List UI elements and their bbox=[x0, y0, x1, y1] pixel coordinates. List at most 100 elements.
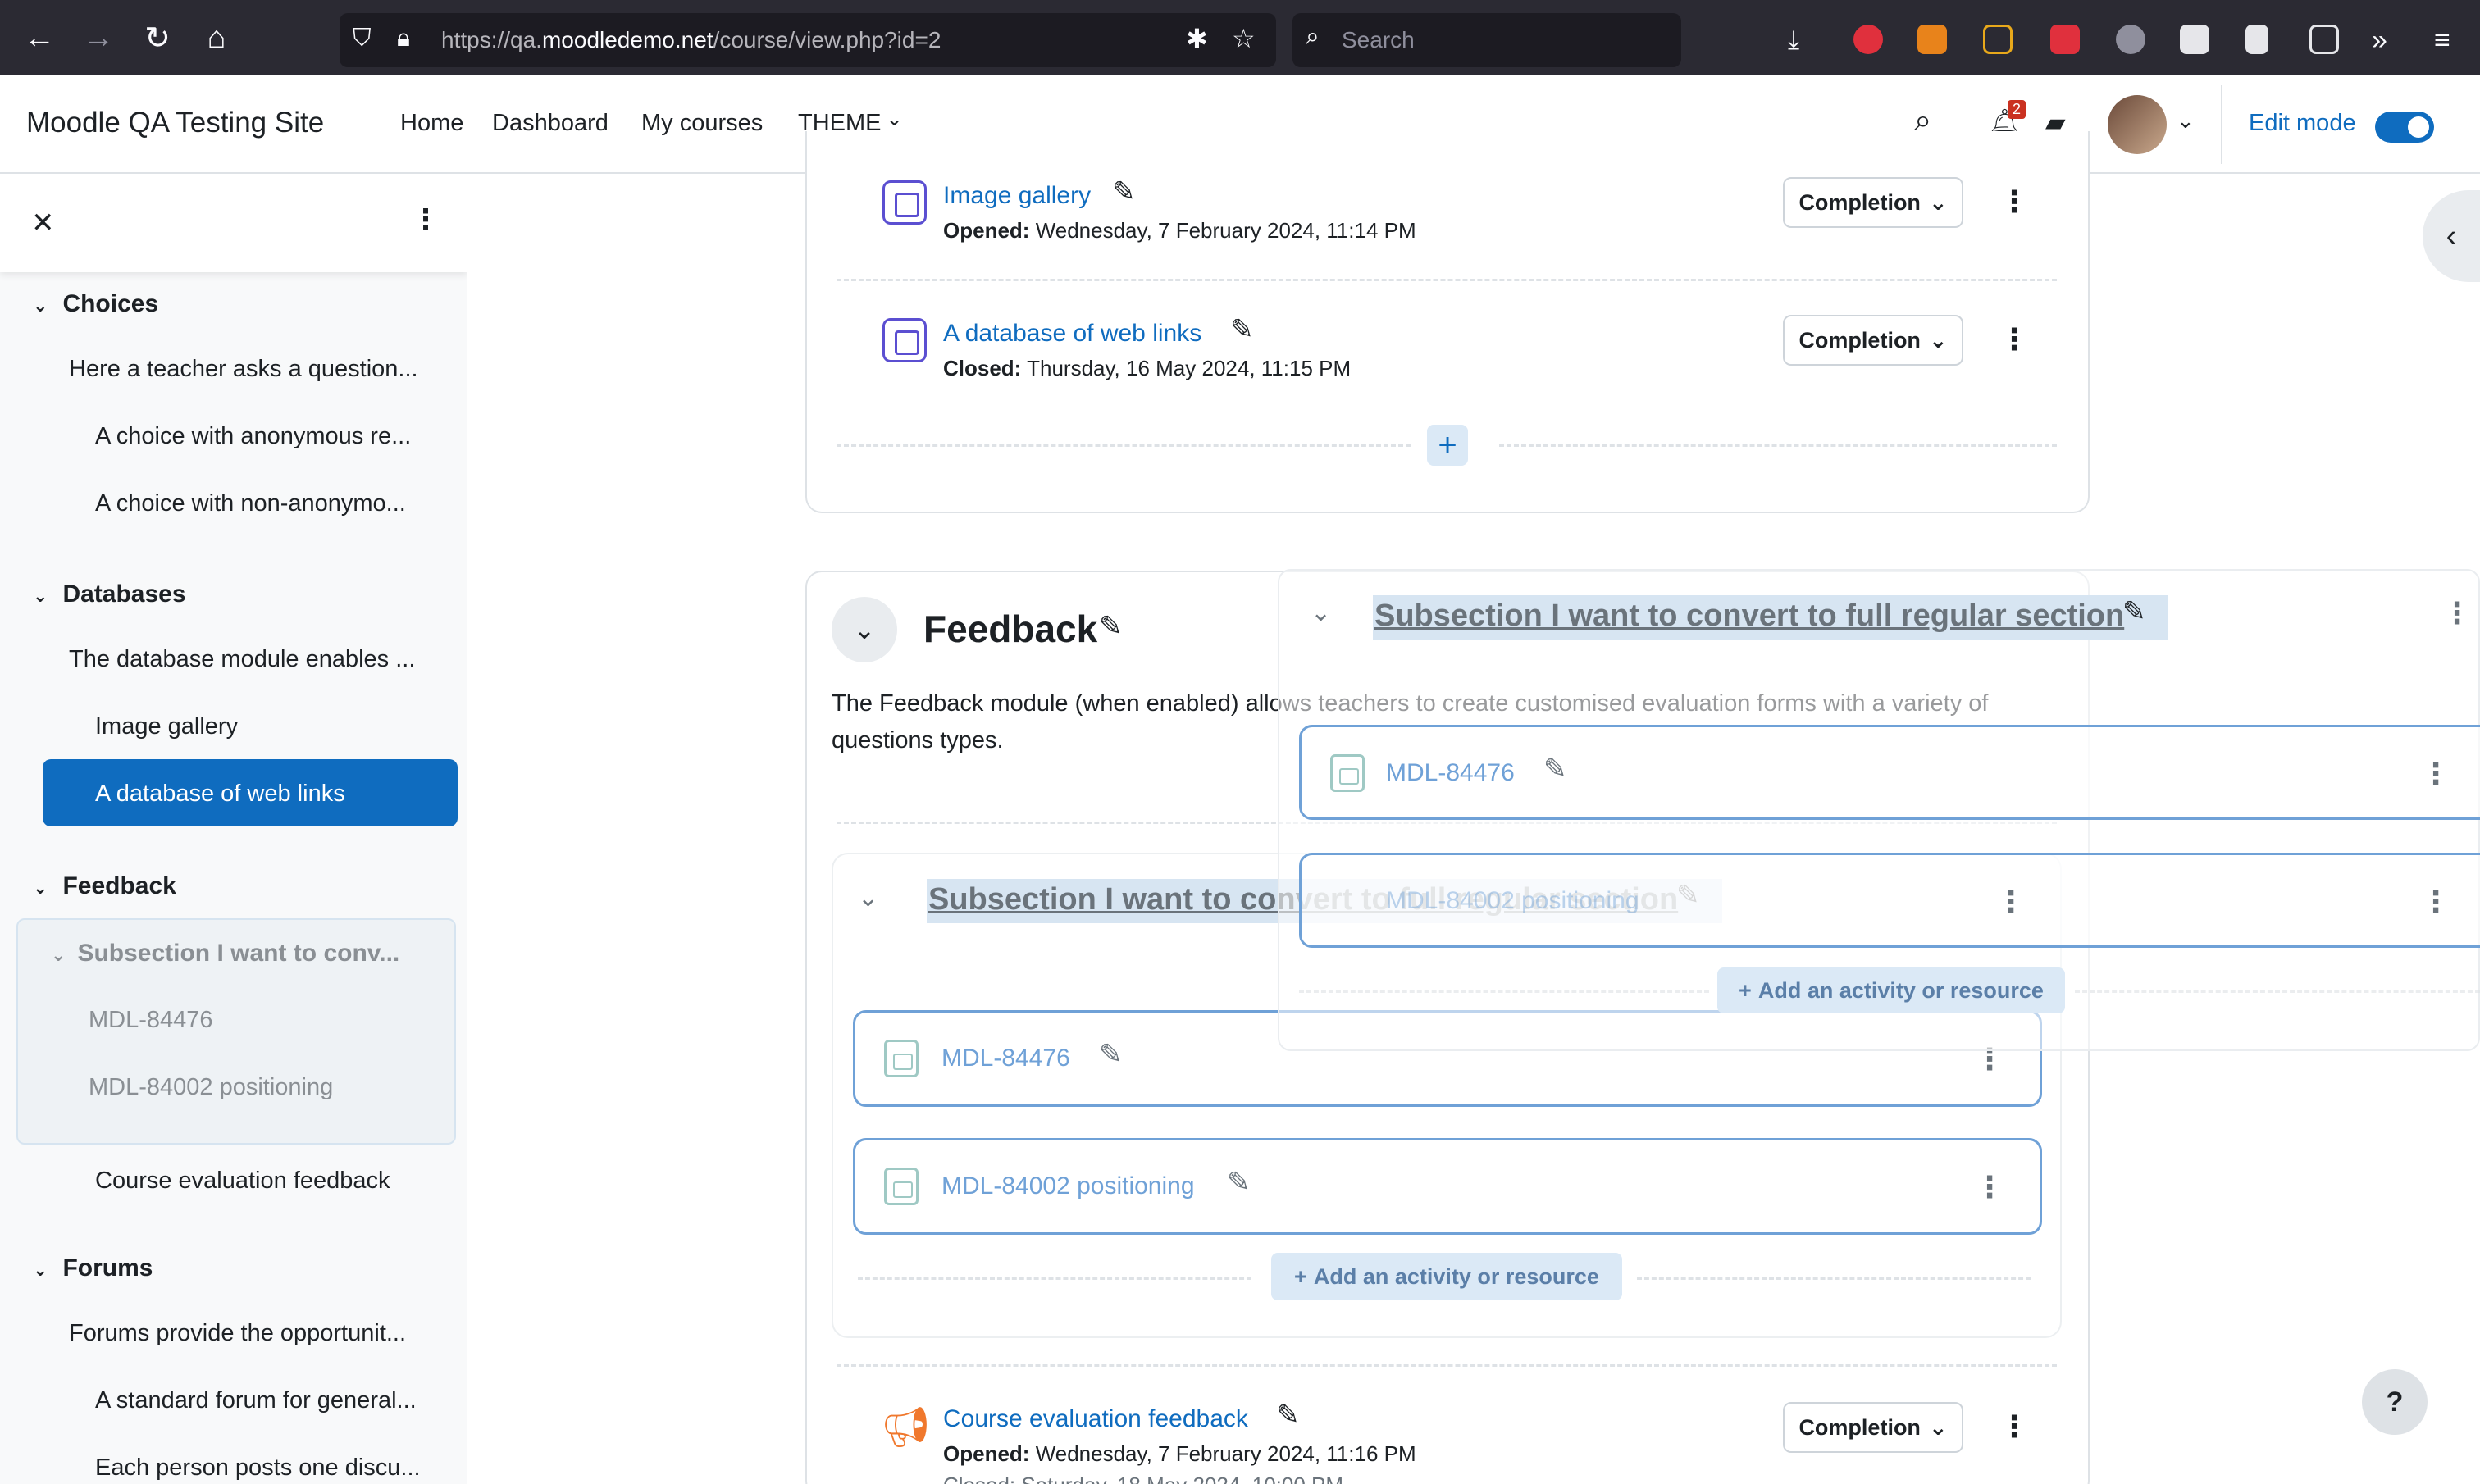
lock-icon[interactable]: 🔒︎ bbox=[397, 25, 410, 52]
completion-dropdown[interactable]: Completion ⌄ bbox=[1783, 1402, 1963, 1453]
activity-link[interactable]: MDL-84476 bbox=[941, 1045, 1070, 1072]
kebab-icon: ⋮ bbox=[2442, 596, 2472, 630]
edit-mode-toggle[interactable] bbox=[2375, 112, 2434, 143]
extension-red-icon[interactable] bbox=[2050, 25, 2080, 54]
drawer-section-forums[interactable]: ⌄ Forums bbox=[33, 1254, 153, 1282]
url-text[interactable]: https://qa.moodledemo.net/course/view.ph… bbox=[441, 27, 941, 53]
separator bbox=[837, 279, 2057, 281]
drawer-header: ✕ ⋮ bbox=[0, 174, 467, 272]
back-icon[interactable]: ← bbox=[20, 18, 59, 57]
separator bbox=[1637, 1277, 2031, 1280]
drawer-section-feedback[interactable]: ⌄ Feedback bbox=[33, 872, 176, 900]
extension-grey-icon[interactable] bbox=[2116, 25, 2145, 54]
download-icon[interactable]: ⤓ bbox=[1788, 25, 1817, 54]
help-button[interactable]: ? bbox=[2362, 1369, 2428, 1435]
activity-link[interactable]: A database of web links bbox=[943, 320, 1201, 348]
chevron-down-icon[interactable]: ⌄ bbox=[2177, 108, 2195, 134]
separator bbox=[837, 1364, 2057, 1367]
extension-puzzle-icon[interactable] bbox=[2180, 25, 2209, 54]
kebab-icon: ⋮ bbox=[2421, 757, 2450, 790]
chevron-down-icon: ⌄ bbox=[1928, 189, 1948, 215]
section-title: Choices bbox=[62, 290, 159, 317]
section-title: Databases bbox=[62, 580, 186, 608]
forward-icon[interactable]: → bbox=[79, 18, 118, 57]
chevron-down-icon[interactable]: ⌄ bbox=[33, 1259, 48, 1281]
chevron-down-icon[interactable]: ⌄ bbox=[33, 585, 48, 607]
drawer-item[interactable]: A choice with anonymous re... bbox=[95, 423, 411, 450]
drawer-item[interactable]: A standard forum for general... bbox=[95, 1387, 417, 1414]
activity-link[interactable]: MDL-84002 positioning bbox=[941, 1172, 1195, 1200]
drawer-item[interactable]: Image gallery bbox=[95, 713, 238, 740]
megaphone-icon: 📢︎ bbox=[881, 1406, 931, 1450]
kebab-icon[interactable]: ⋮ bbox=[1999, 325, 2029, 354]
extension-yellow-icon[interactable] bbox=[1983, 25, 2013, 54]
url-bar[interactable]: ⛉ 🔒︎ https://qa.moodledemo.net/course/vi… bbox=[340, 13, 1276, 67]
drawer-kebab-icon[interactable]: ⋮ bbox=[412, 203, 440, 236]
add-activity-button[interactable]: + Add an activity or resource bbox=[1271, 1253, 1622, 1300]
drawer-section-databases[interactable]: ⌄ Databases bbox=[33, 580, 186, 608]
shield-icon[interactable]: ⛉ bbox=[353, 25, 372, 52]
completion-dropdown[interactable]: Completion ⌄ bbox=[1783, 177, 1963, 228]
site-name[interactable]: Moodle QA Testing Site bbox=[26, 107, 324, 139]
separator bbox=[1499, 444, 2057, 447]
chevron-down-icon: ⌄ bbox=[1928, 327, 1948, 353]
drawer-item-active-label[interactable]: A database of web links bbox=[95, 781, 345, 808]
activity-dates: Opened: Wednesday, 7 February 2024, 11:1… bbox=[943, 218, 1416, 243]
section-collapse-toggle[interactable]: ⌄ bbox=[832, 597, 897, 662]
menu-icon[interactable]: ≡ bbox=[2434, 25, 2464, 56]
pencil-icon[interactable]: ✎ bbox=[1227, 1166, 1251, 1199]
drawer-item[interactable]: MDL-84476 bbox=[89, 1007, 213, 1034]
separator bbox=[2075, 990, 2480, 993]
kebab-icon: ⋮ bbox=[2421, 885, 2450, 918]
pencil-icon: ✎ bbox=[1543, 753, 1567, 785]
section-title: Feedback bbox=[62, 872, 176, 899]
pencil-icon[interactable]: ✎ bbox=[1276, 1399, 1300, 1432]
chevron-down-icon[interactable]: ⌄ bbox=[51, 945, 66, 965]
overflow-chevron-icon[interactable]: » bbox=[2372, 25, 2401, 56]
completion-dropdown[interactable]: Completion ⌄ bbox=[1783, 315, 1963, 366]
close-icon[interactable]: ✕ bbox=[31, 207, 55, 239]
pencil-icon[interactable]: ✎ bbox=[1112, 175, 1136, 208]
extensions-icon[interactable] bbox=[2309, 25, 2339, 54]
reload-icon[interactable]: ↻ bbox=[138, 18, 177, 57]
user-avatar[interactable] bbox=[2108, 95, 2167, 154]
drawer-subsection-title[interactable]: ⌄ Subsection I want to conv... bbox=[51, 940, 399, 967]
edit-mode-label[interactable]: Edit mode bbox=[2249, 110, 2356, 137]
nav-my-courses[interactable]: My courses bbox=[641, 110, 763, 137]
nav-dashboard[interactable]: Dashboard bbox=[492, 110, 609, 137]
browser-search-field[interactable]: ⌕ Search bbox=[1292, 13, 1681, 67]
add-section-button[interactable]: + bbox=[1427, 425, 1468, 466]
drawer-item[interactable]: Forums provide the opportunit... bbox=[69, 1320, 406, 1347]
activity-link[interactable]: Course evaluation feedback bbox=[943, 1405, 1248, 1433]
open-block-drawer-button[interactable]: ‹ bbox=[2423, 190, 2480, 282]
drawer-item[interactable]: The database module enables ... bbox=[69, 646, 415, 673]
nav-home[interactable]: Home bbox=[400, 110, 463, 137]
bookmark-star-icon[interactable]: ☆ bbox=[1232, 23, 1256, 54]
adblock-icon[interactable] bbox=[1853, 25, 1883, 54]
chevron-down-icon[interactable]: ⌄ bbox=[33, 877, 48, 899]
home-icon[interactable]: ⌂ bbox=[197, 18, 236, 57]
drawer-item[interactable]: Course evaluation feedback bbox=[95, 1168, 390, 1195]
ghost-add-activity: + Add an activity or resource bbox=[1717, 967, 2065, 1013]
drawer-item[interactable]: MDL-84002 positioning bbox=[89, 1074, 333, 1101]
pencil-icon[interactable]: ✎ bbox=[1230, 313, 1254, 346]
drawer-section-choices[interactable]: ⌄ Choices bbox=[33, 290, 158, 318]
kebab-icon[interactable]: ⋮ bbox=[1999, 1412, 2029, 1441]
activity-dates: Opened: Wednesday, 7 February 2024, 11:1… bbox=[943, 1441, 1416, 1466]
kebab-icon[interactable]: ⋮ bbox=[1999, 187, 2029, 216]
pencil-icon[interactable]: ✎ bbox=[1099, 1038, 1123, 1071]
drawer-item[interactable]: Each person posts one discu... bbox=[95, 1454, 421, 1482]
course-index-drawer: ✕ ⋮ ⌄ Choices Here a teacher asks a quest… bbox=[0, 174, 467, 1484]
bug-icon[interactable]: ✱ bbox=[1186, 23, 1208, 54]
resource-image-icon bbox=[884, 1040, 919, 1077]
kebab-icon[interactable]: ⋮ bbox=[1975, 1172, 2004, 1202]
chevron-down-icon[interactable]: ⌄ bbox=[33, 295, 48, 316]
section-title: Feedback bbox=[923, 608, 1098, 650]
drawer-item[interactable]: Here a teacher asks a question... bbox=[69, 356, 418, 383]
chevron-down-icon[interactable]: ⌄ bbox=[858, 884, 878, 913]
drawer-item[interactable]: A choice with non-anonymo... bbox=[95, 490, 406, 517]
activity-link[interactable]: Image gallery bbox=[943, 182, 1091, 210]
extension-orange-icon[interactable] bbox=[1917, 25, 1947, 54]
reader-icon[interactable] bbox=[2245, 25, 2268, 54]
pencil-icon[interactable]: ✎ bbox=[1099, 610, 1123, 643]
